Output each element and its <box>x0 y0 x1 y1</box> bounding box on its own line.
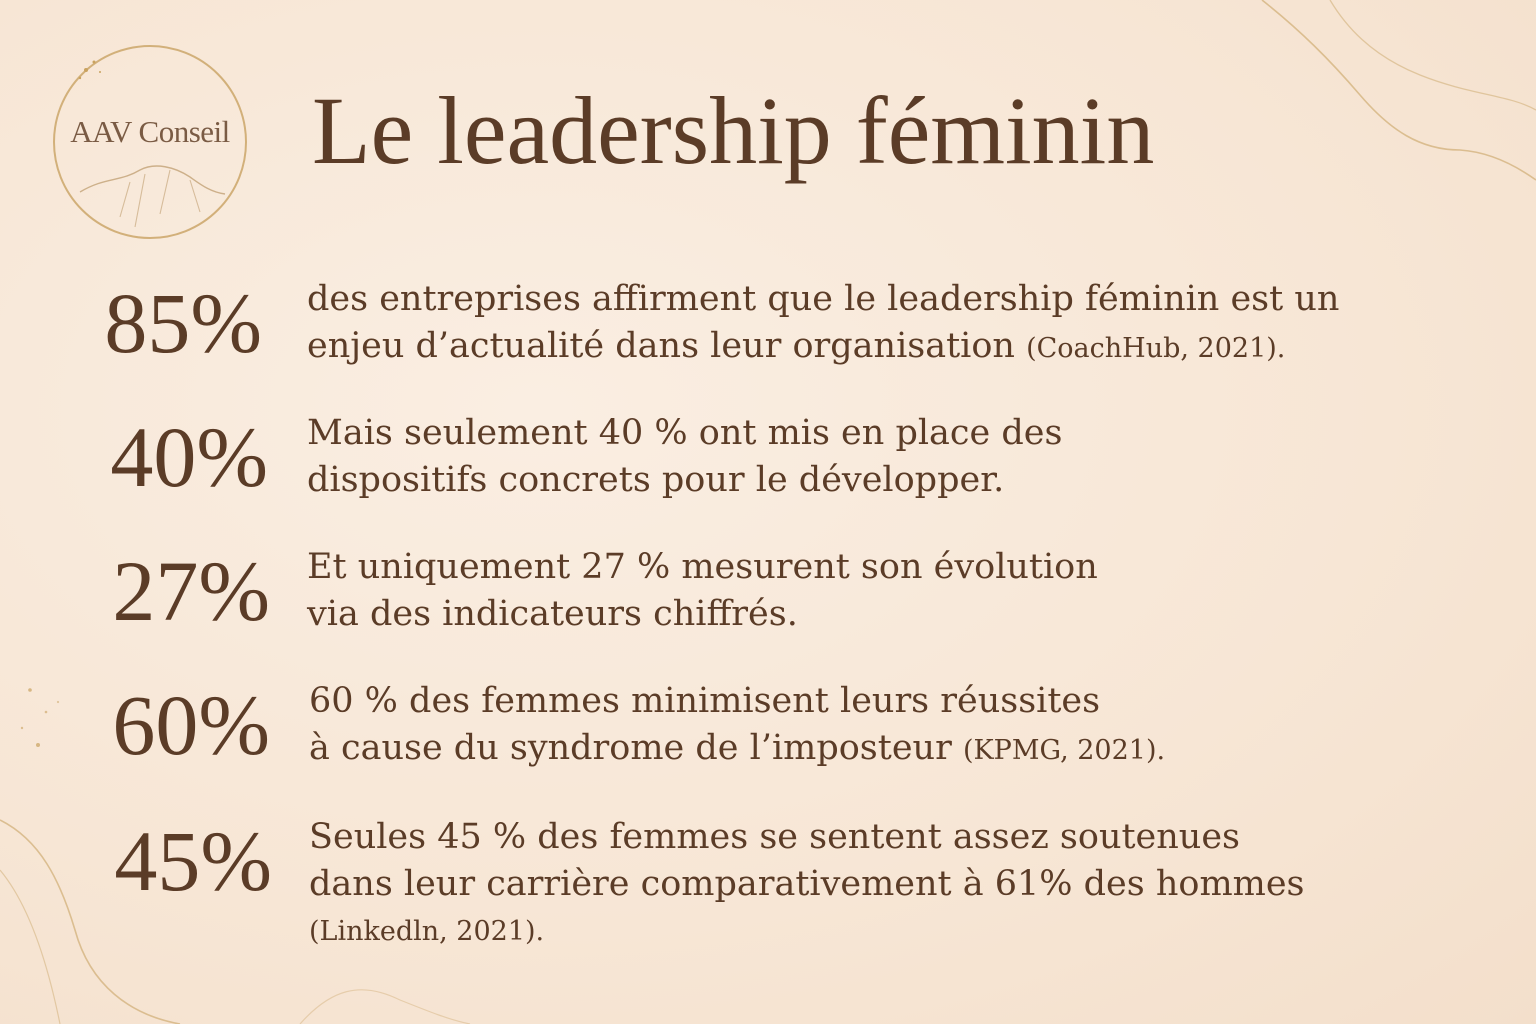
stat-line: dispositifs concrets pour le développer. <box>307 460 1005 500</box>
stat-description: Seules 45 % des femmes se sentent assez … <box>309 814 1489 955</box>
stat-description: des entreprises affirment que le leaders… <box>307 276 1487 372</box>
stat-description: Et uniquement 27 % mesurent son évolutio… <box>307 544 1487 638</box>
stat-source: (CoachHub, 2021). <box>1026 333 1286 364</box>
stat-line: via des indicateurs chiffrés. <box>307 594 798 634</box>
stat-line-with-source: enjeu d’actualité dans leur organisation… <box>307 323 1487 372</box>
logo-text: AAV Conseil <box>70 114 230 149</box>
stat-line: enjeu d’actualité dans leur organisation <box>307 326 1015 366</box>
stat-source: (Linkedln, 2021). <box>309 916 545 947</box>
stat-line: 60 % des femmes minimisent leurs réussit… <box>309 681 1101 721</box>
page-title: Le leadership féminin <box>312 77 1155 184</box>
stat-percent: 85% <box>104 275 262 371</box>
stat-description: Mais seulement 40 % ont mis en place des… <box>307 410 1487 504</box>
stat-line: des entreprises affirment que le leaders… <box>307 279 1340 319</box>
stat-line-with-source: à cause du syndrome de l’imposteur (KPMG… <box>309 725 1489 774</box>
brand-logo: AAV Conseil <box>50 42 250 242</box>
stat-percent: 60% <box>112 677 270 773</box>
stat-source: (KPMG, 2021). <box>962 735 1166 766</box>
stat-description: 60 % des femmes minimisent leurs réussit… <box>309 678 1489 774</box>
stat-line: dans leur carrière comparativement à 61%… <box>309 864 1305 904</box>
stat-line: Mais seulement 40 % ont mis en place des <box>307 413 1063 453</box>
stat-line: Et uniquement 27 % mesurent son évolutio… <box>307 547 1098 587</box>
stat-percent: 45% <box>114 813 272 909</box>
stat-percent: 40% <box>110 409 268 505</box>
stat-line: à cause du syndrome de l’imposteur <box>309 728 952 768</box>
stat-line: Seules 45 % des femmes se sentent assez … <box>309 817 1241 857</box>
stat-percent: 27% <box>112 543 270 639</box>
